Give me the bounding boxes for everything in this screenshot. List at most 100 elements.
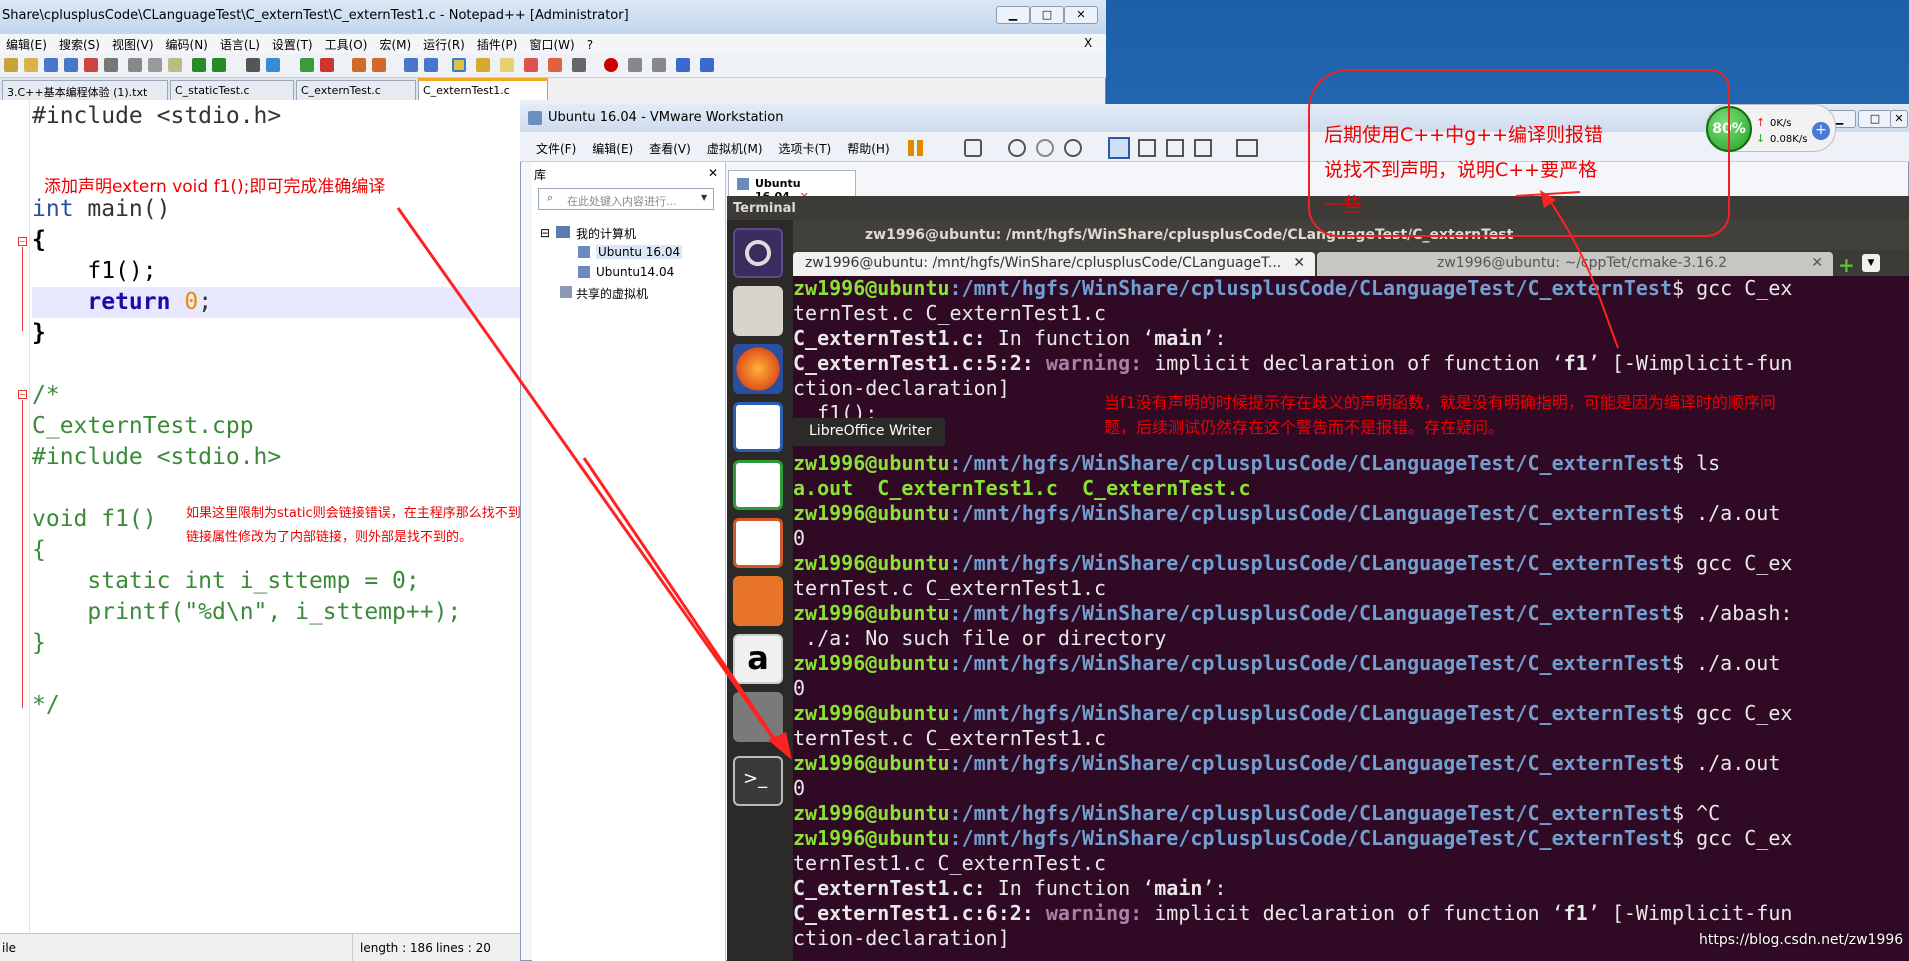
zoom-in-icon[interactable] <box>300 58 314 72</box>
open-file-icon[interactable] <box>24 58 38 72</box>
vm-menu-help[interactable]: 帮助(H) <box>847 140 889 157</box>
vm-maximize-button[interactable]: □ <box>1858 110 1892 128</box>
tree-ubuntu-1604[interactable]: Ubuntu 16.04 <box>596 245 683 259</box>
menu-edit[interactable]: 编辑(E) <box>0 34 53 55</box>
tab-extern-test1[interactable]: C_externTest1.c <box>418 78 548 100</box>
menu-run[interactable]: 运行(R) <box>417 34 471 55</box>
menu-tools[interactable]: 工具(O) <box>319 34 374 55</box>
menu-view[interactable]: 视图(V) <box>106 34 160 55</box>
vm-menu-tabs[interactable]: 选项卡(T) <box>779 140 832 157</box>
menu-search[interactable]: 搜索(S) <box>53 34 106 55</box>
menu-plugins[interactable]: 插件(P) <box>471 34 524 55</box>
comment-line: static int i_sttemp = 0; <box>32 568 420 594</box>
dash-icon[interactable] <box>733 228 783 278</box>
menu-help[interactable]: ? <box>581 36 599 54</box>
new-file-icon[interactable] <box>4 58 18 72</box>
vm-menu-view[interactable]: 查看(V) <box>649 140 691 157</box>
close-tab-icon[interactable]: ✕ <box>1293 255 1305 271</box>
snapshot-manager-icon[interactable] <box>1064 139 1082 157</box>
replace-icon[interactable] <box>266 58 280 72</box>
tree-my-computer[interactable]: 我的计算机 <box>576 225 636 242</box>
tab-static-test[interactable]: C_staticTest.c <box>170 80 294 100</box>
thumbnail-view-icon[interactable] <box>1138 139 1156 157</box>
tree-ubuntu-1404[interactable]: Ubuntu14.04 <box>596 265 674 279</box>
vm-menu-edit[interactable]: 编辑(E) <box>592 140 633 157</box>
chevron-down-icon[interactable]: ▼ <box>701 193 707 202</box>
vm-tab-ubuntu[interactable]: Ubuntu 16.04✕ <box>728 170 856 203</box>
terminal-tab-1[interactable]: zw1996@ubuntu: /mnt/hgfs/WinShare/cplusp… <box>793 252 1315 276</box>
copy-icon[interactable] <box>148 58 162 72</box>
vm-menu-vm[interactable]: 虚拟机(M) <box>707 140 763 157</box>
firefox-icon[interactable] <box>733 344 783 394</box>
terminal-icon[interactable]: >_ <box>733 756 783 806</box>
monitoring-icon[interactable] <box>572 58 586 72</box>
code-line: } <box>32 320 46 346</box>
files-icon[interactable] <box>733 286 783 336</box>
udl-icon[interactable] <box>476 58 490 72</box>
fold-marker[interactable]: − <box>18 237 27 246</box>
unity-icon[interactable] <box>1194 139 1212 157</box>
library-close-icon[interactable]: ✕ <box>708 166 718 180</box>
maximize-button[interactable]: □ <box>1030 6 1064 24</box>
calc-icon[interactable] <box>733 460 783 510</box>
terminal-tab-2[interactable]: zw1996@ubuntu: ~/cppTet/cmake-3.16.2 ✕ <box>1317 252 1833 276</box>
indent-guide-icon[interactable] <box>452 58 466 72</box>
print-icon[interactable] <box>104 58 118 72</box>
tree-expander[interactable]: ⊟ <box>540 226 550 240</box>
show-all-chars-icon[interactable] <box>424 58 438 72</box>
cut-icon[interactable] <box>128 58 142 72</box>
close-button[interactable]: ✕ <box>1064 6 1098 24</box>
menu-encoding[interactable]: 编码(N) <box>160 34 214 55</box>
stop-macro-icon[interactable] <box>628 58 642 72</box>
menu-language[interactable]: 语言(L) <box>214 34 266 55</box>
code-line: f1(); <box>32 258 157 284</box>
save-macro-icon[interactable] <box>700 58 714 72</box>
find-icon[interactable] <box>246 58 260 72</box>
snapshot-icon[interactable] <box>1008 139 1026 157</box>
close-document-x[interactable]: X <box>1084 36 1092 50</box>
tabs-menu-icon[interactable]: ▼ <box>1862 254 1880 272</box>
sync-h-icon[interactable] <box>372 58 386 72</box>
sync-v-icon[interactable] <box>352 58 366 72</box>
menu-window[interactable]: 窗口(W) <box>523 34 580 55</box>
tree-shared-vms[interactable]: 共享的虚拟机 <box>576 285 648 302</box>
library-view-icon[interactable] <box>1108 137 1130 159</box>
menu-settings[interactable]: 设置(T) <box>266 34 319 55</box>
tab-extern-test[interactable]: C_externTest.c <box>296 80 416 100</box>
close-file-icon[interactable] <box>84 58 98 72</box>
fold-marker[interactable]: − <box>18 390 27 399</box>
wrap-icon[interactable] <box>404 58 418 72</box>
terminal-output[interactable]: zw1996@ubuntu:/mnt/hgfs/WinShare/cpluspl… <box>793 276 1893 961</box>
minimize-button[interactable]: ▁ <box>996 6 1030 24</box>
record-macro-icon[interactable] <box>604 58 618 72</box>
tab-basic-txt[interactable]: 3.C++基本编程体验 (1).txt <box>2 80 168 100</box>
vm-close-button[interactable]: ✕ <box>1890 110 1908 128</box>
revert-snapshot-icon[interactable] <box>1036 139 1054 157</box>
folder-workspace-icon[interactable] <box>548 58 562 72</box>
menu-macro[interactable]: 宏(M) <box>373 34 417 55</box>
vm-menu-file[interactable]: 文件(F) <box>536 140 576 157</box>
undo-icon[interactable] <box>192 58 206 72</box>
redo-icon[interactable] <box>212 58 226 72</box>
play-macro-icon[interactable] <box>652 58 666 72</box>
save-all-icon[interactable] <box>64 58 78 72</box>
run-macro-multiple-icon[interactable] <box>676 58 690 72</box>
add-icon[interactable]: + <box>1812 122 1830 140</box>
software-center-icon[interactable] <box>733 576 783 626</box>
send-keys-icon[interactable] <box>964 139 982 157</box>
impress-icon[interactable] <box>733 518 783 568</box>
close-tab-icon[interactable]: ✕ <box>1811 255 1823 271</box>
save-icon[interactable] <box>44 58 58 72</box>
console-view-icon[interactable] <box>1236 139 1258 157</box>
fullscreen-icon[interactable] <box>1166 139 1184 157</box>
pause-icon[interactable] <box>908 140 914 156</box>
zoom-out-icon[interactable] <box>320 58 334 72</box>
system-settings-icon[interactable] <box>733 692 783 742</box>
library-search-input[interactable]: ⌕ 在此处键入内容进行... ▼ <box>538 188 714 210</box>
function-list-icon[interactable] <box>524 58 538 72</box>
writer-icon[interactable] <box>733 402 783 452</box>
doc-map-icon[interactable] <box>500 58 514 72</box>
new-tab-icon[interactable]: + <box>1838 253 1855 277</box>
amazon-icon[interactable]: a <box>733 634 783 684</box>
paste-icon[interactable] <box>168 58 182 72</box>
